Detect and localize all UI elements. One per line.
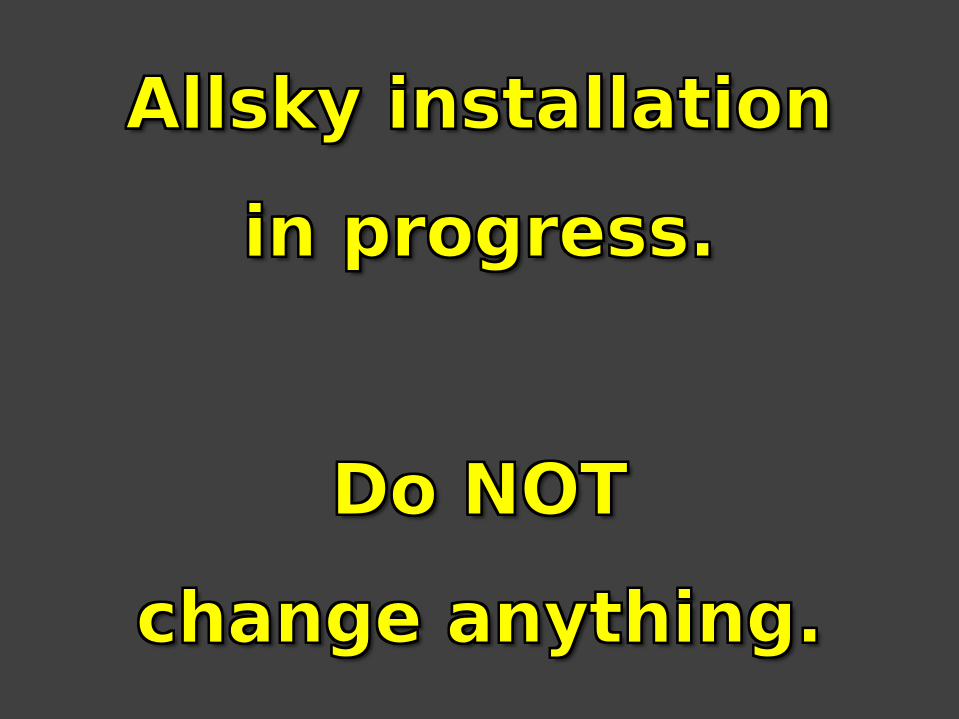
warning-line-2: change anything. — [136, 577, 824, 659]
notice-line-1: Allsky installation — [125, 63, 834, 145]
warning-line-1: Do NOT — [331, 449, 628, 531]
installation-notice: Allsky installation in progress. Do NOT … — [0, 0, 959, 719]
notice-line-2: in progress. — [243, 191, 717, 273]
